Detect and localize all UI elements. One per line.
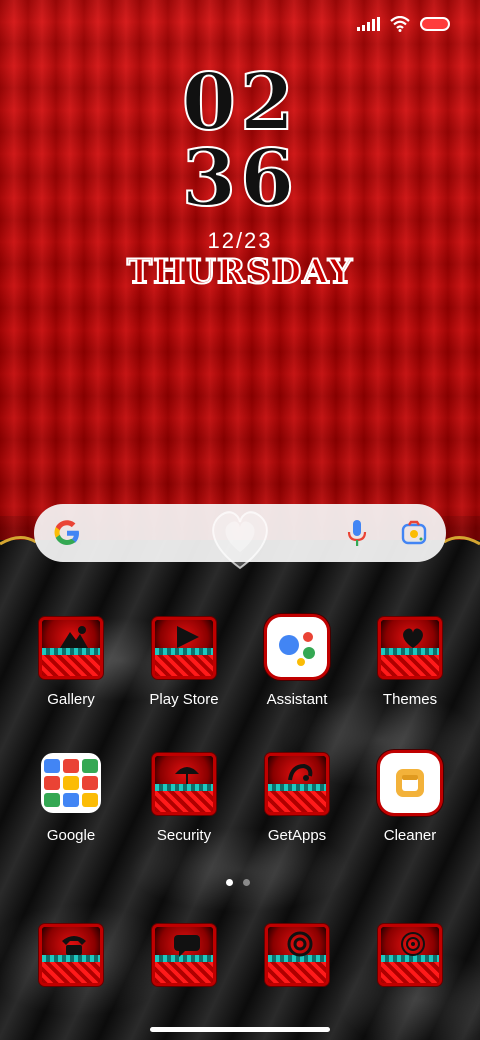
app-themes[interactable]: Themes [362, 617, 458, 737]
google-search-bar[interactable] [34, 504, 446, 562]
play-store-icon [152, 617, 216, 679]
page-dot [243, 879, 250, 886]
dock-browser[interactable] [249, 924, 345, 994]
app-getapps[interactable]: GetApps [249, 753, 345, 873]
themes-icon [378, 617, 442, 679]
app-label: Themes [382, 691, 438, 708]
home-gesture-bar[interactable] [150, 1027, 330, 1032]
signal-icon [357, 17, 380, 31]
app-label: Google [46, 827, 96, 844]
app-security[interactable]: Security [136, 753, 232, 873]
app-label: Play Store [149, 691, 219, 708]
app-cleaner[interactable]: Cleaner [362, 753, 458, 873]
cleaner-icon [380, 753, 440, 813]
wifi-icon [390, 16, 410, 32]
app-google-folder[interactable]: Google [23, 753, 119, 873]
clock-minute[interactable]: 36 [0, 139, 480, 219]
app-play-store[interactable]: Play Store [136, 617, 232, 737]
assistant-icon [267, 617, 327, 677]
clock-hour[interactable]: 02 [0, 63, 480, 143]
clock-day: THURSDAY [126, 251, 354, 293]
app-gallery[interactable]: Gallery [23, 617, 119, 737]
app-label: Assistant [266, 691, 328, 708]
dock-phone[interactable] [23, 924, 119, 994]
app-label: Cleaner [383, 827, 437, 844]
gallery-icon [39, 617, 103, 679]
page-dot-active [226, 879, 233, 886]
clock-date: 12/23 [207, 228, 273, 253]
mic-icon[interactable] [344, 518, 370, 548]
messages-icon [152, 924, 216, 986]
app-assistant[interactable]: Assistant [249, 617, 345, 737]
camera-lens-icon[interactable] [400, 519, 428, 547]
browser-icon [265, 924, 329, 986]
camera-icon [378, 924, 442, 986]
page-indicator [226, 879, 250, 886]
dock-camera[interactable] [362, 924, 458, 994]
getapps-icon [265, 753, 329, 815]
battery-icon [420, 17, 450, 31]
app-label: Security [156, 827, 212, 844]
app-label: GetApps [267, 827, 327, 844]
google-g-icon [54, 520, 79, 545]
status-bar [357, 16, 450, 32]
google-folder-icon [41, 753, 101, 813]
dock-messages[interactable] [136, 924, 232, 994]
phone-icon [39, 924, 103, 986]
security-icon [152, 753, 216, 815]
app-label: Gallery [47, 691, 95, 708]
